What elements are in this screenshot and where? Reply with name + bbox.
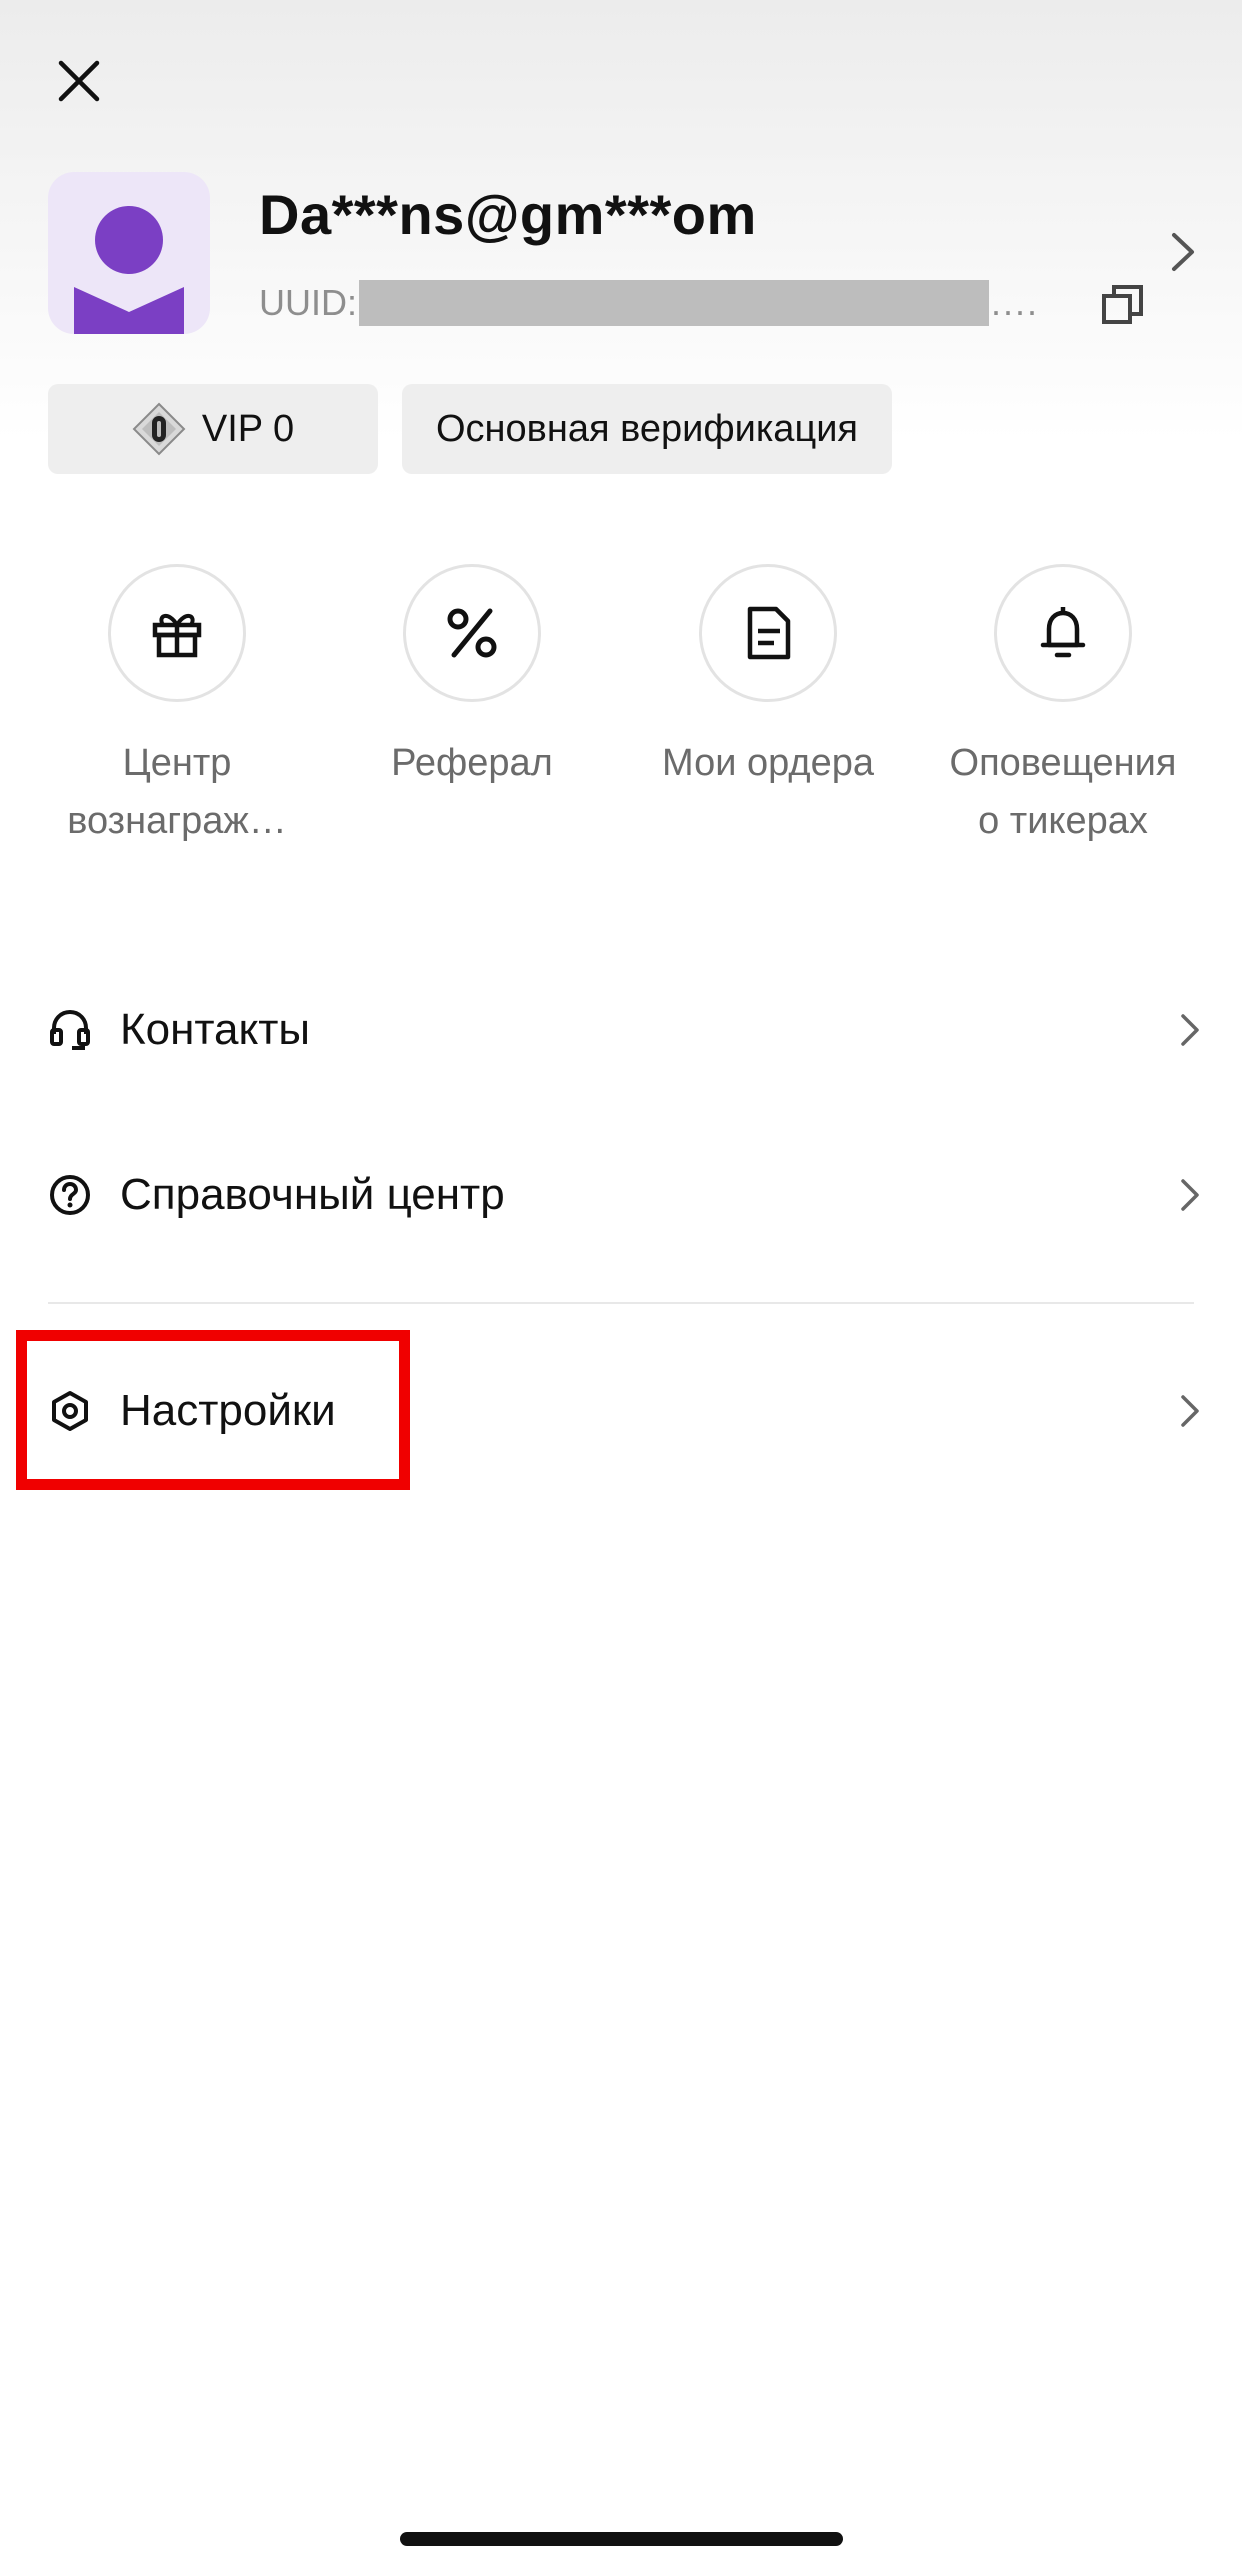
copy-uuid-button[interactable] (1100, 282, 1146, 328)
menu-item-label: Настройки (120, 1386, 336, 1435)
menu-item-contacts[interactable]: Контакты (48, 975, 1210, 1085)
gift-icon (152, 614, 202, 658)
status-badges: VIP 0 Основная верификация (48, 384, 892, 474)
quick-action-my-orders[interactable]: Мои ордера (633, 564, 903, 792)
verification-label: Основная верификация (435, 407, 859, 450)
user-email: Da***ns@gm***om (259, 183, 757, 246)
help-circle-icon (50, 1175, 90, 1215)
quick-action-circle (108, 564, 246, 702)
percent-icon (447, 608, 497, 658)
quick-actions: Центр вознаграж… Реферал Мои ордера Опов… (0, 564, 1242, 864)
close-icon (58, 60, 100, 102)
close-button[interactable] (48, 50, 110, 112)
quick-action-label: Реферал (391, 742, 553, 784)
chevron-right-icon (1181, 1179, 1199, 1211)
chevron-right-icon (1181, 1395, 1199, 1427)
uuid-ellipsis: .... (991, 282, 1040, 323)
verification-badge[interactable]: Основная верификация (402, 384, 892, 474)
uuid-label: UUID: (259, 282, 357, 323)
document-icon (747, 606, 791, 660)
quick-action-circle (994, 564, 1132, 702)
profile-header[interactable]: Da***ns@gm***om UUID: .... (48, 172, 1210, 338)
home-indicator[interactable] (400, 2532, 843, 2546)
menu-divider (48, 1302, 1194, 1304)
copy-icon (1102, 285, 1143, 324)
vip-badge[interactable]: VIP 0 (48, 384, 378, 474)
settings-hexagon-icon (52, 1391, 88, 1431)
headset-icon (50, 1009, 90, 1050)
quick-action-label: Оповещения о тикерах (949, 742, 1177, 842)
avatar[interactable] (48, 172, 210, 334)
account-menu-screen: Da***ns@gm***om UUID: .... VIP 0 Основна… (0, 0, 1242, 2574)
chevron-right-icon (1172, 233, 1194, 271)
quick-action-label: Мои ордера (662, 742, 874, 784)
uuid-row: UUID: .... (259, 277, 1119, 329)
quick-action-referral[interactable]: Реферал (337, 564, 607, 792)
vip-diamond-icon (132, 402, 186, 456)
uuid-redacted-value (359, 280, 989, 326)
vip-label: VIP 0 (201, 407, 295, 450)
chevron-right-icon (1181, 1014, 1199, 1046)
menu-item-label: Справочный центр (120, 1170, 505, 1219)
profile-open-button[interactable] (1158, 227, 1208, 277)
menu-item-label: Контакты (120, 1005, 311, 1054)
menu-item-help-center[interactable]: Справочный центр (48, 1140, 1210, 1250)
quick-action-rewards-center[interactable]: Центр вознаграж… (42, 564, 312, 850)
quick-action-ticker-alerts[interactable]: Оповещения о тикерах (928, 564, 1198, 850)
bell-icon (1040, 607, 1086, 658)
quick-action-label: Центр вознаграж… (67, 742, 287, 842)
quick-action-circle (403, 564, 541, 702)
menu-item-settings[interactable]: Настройки (48, 1356, 1210, 1466)
quick-action-circle (699, 564, 837, 702)
